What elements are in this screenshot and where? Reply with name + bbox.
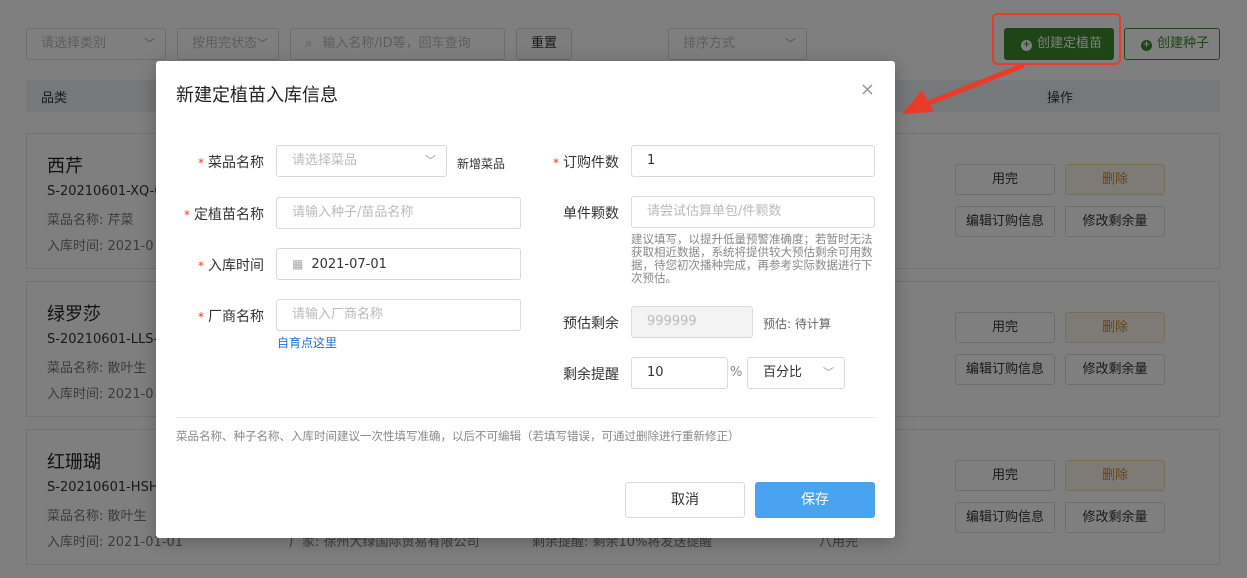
variety-label-text: 菜品名称 (208, 155, 264, 171)
chevron-down-icon: ﹀ (823, 366, 834, 379)
divider (176, 417, 875, 418)
required-mark: * (198, 310, 204, 324)
seedling-label-text: 定植苗名称 (194, 207, 264, 223)
est-remaining-note: 预估: 待计算 (763, 317, 831, 331)
annotation-arrow-icon (902, 63, 1025, 114)
vendor-label: * 厂商名称 (196, 306, 264, 326)
date-value: 2021-07-01 (311, 257, 387, 272)
required-mark: * (198, 259, 204, 273)
highlight-box (992, 13, 1121, 65)
unit-count-label: 单件颗数 (563, 206, 619, 222)
date-picker[interactable]: ▦ 2021-07-01 (276, 248, 521, 280)
unit-count-hint: 建议填写，以提升低量预警准确度；若暂时无法获取相近数据，系统将提供较大预估剩余可… (631, 232, 873, 285)
dialog-title: 新建定植苗入库信息 (176, 85, 338, 106)
est-remaining-label: 预估剩余 (563, 316, 619, 332)
date-label-text: 入库时间 (208, 258, 264, 274)
required-mark: * (184, 208, 190, 222)
reminder-value-input[interactable]: 10 (631, 357, 728, 389)
reminder-mode-select[interactable]: 百分比 ﹀ (747, 357, 845, 389)
seedling-label: * 定植苗名称 (176, 204, 264, 224)
seedling-name-input[interactable]: 请输入种子/苗品名称 (276, 197, 521, 229)
add-variety-link[interactable]: 新增菜品 (457, 155, 505, 172)
order-qty-input[interactable]: 1 (631, 145, 875, 177)
vendor-label-text: 厂商名称 (208, 309, 264, 325)
close-icon[interactable]: × (860, 79, 875, 100)
variety-select[interactable]: 请选择菜品 ﹀ (276, 145, 447, 177)
footnote: 菜品名称、种子名称、入库时间建议一次性填写准确，以后不可编辑（若填写错误，可通过… (176, 429, 740, 443)
unit-count-input[interactable]: 请尝试估算单包/件颗数 (631, 196, 875, 228)
create-seedling-dialog: 新建定植苗入库信息 × * 菜品名称 请选择菜品 ﹀ 新增菜品 * 定植苗名称 请输… (156, 61, 895, 538)
order-qty-label-text: 订购件数 (563, 155, 619, 171)
vendor-name-input[interactable]: 请输入厂商名称 (276, 299, 521, 331)
cancel-button[interactable]: 取消 (625, 482, 745, 518)
calendar-icon: ▦ (292, 257, 304, 271)
date-label: * 入库时间 (196, 255, 264, 275)
chevron-down-icon: ﹀ (425, 154, 436, 167)
order-qty-label: * 订购件数 (541, 152, 619, 172)
required-mark: * (198, 156, 204, 170)
est-remaining-input: 999999 (631, 306, 753, 338)
save-button[interactable]: 保存 (755, 482, 875, 518)
variety-placeholder: 请选择菜品 (292, 153, 358, 168)
reminder-unit: % (730, 365, 743, 380)
self-grow-link[interactable]: 自育点这里 (277, 334, 337, 351)
variety-label: * 菜品名称 (196, 152, 264, 172)
required-mark: * (553, 156, 559, 170)
reminder-mode-text: 百分比 (763, 365, 803, 380)
reminder-label: 剩余提醒 (563, 367, 619, 383)
